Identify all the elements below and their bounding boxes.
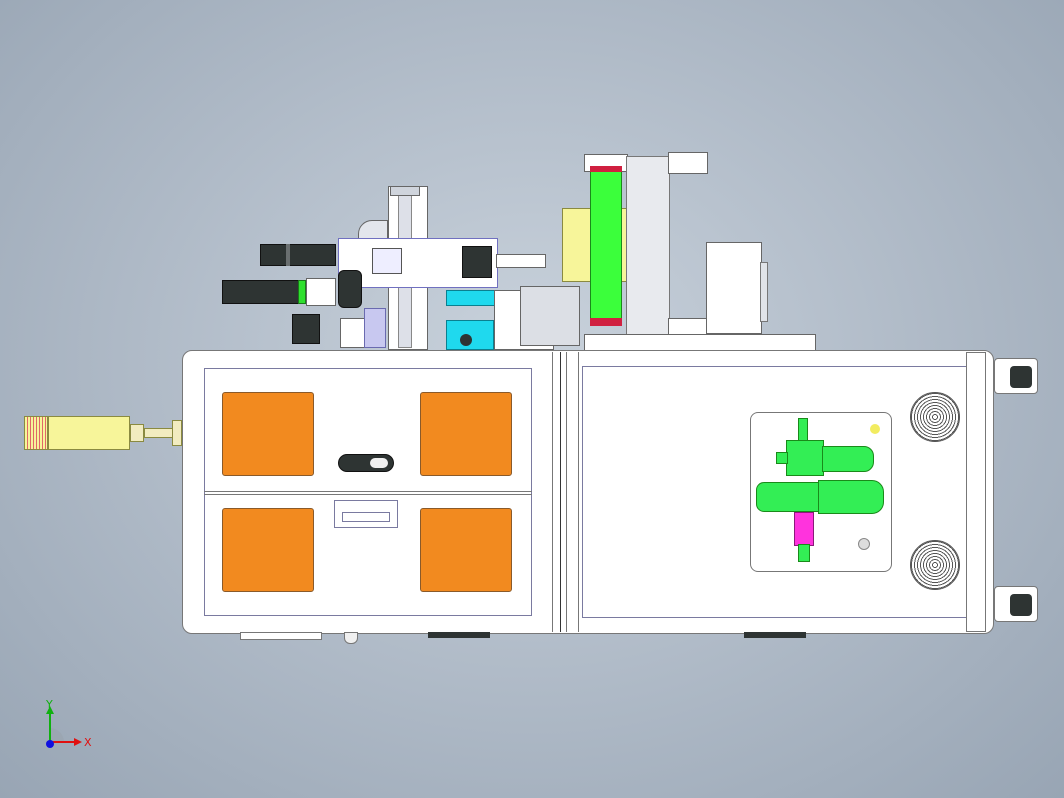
valve-stem-magenta <box>794 512 814 546</box>
servo-motor-top <box>260 244 336 266</box>
servo-motor-mid-ring <box>298 280 306 304</box>
servo-motor-top-flange <box>286 244 290 266</box>
feed-clamp <box>520 286 580 346</box>
servo-motor-mid-head <box>306 278 336 306</box>
valve-body-lower <box>756 482 820 512</box>
valve-cylinder-upper <box>822 446 874 472</box>
cabinet-foot <box>240 632 322 640</box>
mount-screw <box>858 538 870 550</box>
actuator-detail <box>372 248 402 274</box>
valve-stem-bottom <box>798 544 810 562</box>
door-panel-top-left <box>222 392 314 476</box>
cabinet-right-post <box>966 352 986 632</box>
valve-body-upper <box>786 440 824 476</box>
green-roller <box>590 168 622 326</box>
cabinet-column-1 <box>552 352 553 632</box>
label-plate-inner <box>342 512 390 522</box>
gear-block <box>338 270 362 308</box>
spindle-body <box>48 416 130 450</box>
door-divider-2 <box>204 494 532 495</box>
fan-grille-icon <box>910 540 960 590</box>
slide-top-cap <box>390 186 420 196</box>
servo-motor-low <box>292 314 320 344</box>
cabinet-column-3 <box>566 352 567 632</box>
spindle-collar <box>172 420 182 446</box>
cabinet-foot <box>344 632 358 644</box>
upper-machinery <box>0 0 1064 360</box>
door-panel-bottom-right <box>420 508 512 592</box>
feed-hole-icon <box>460 334 472 346</box>
servo-motor-mid <box>222 280 302 304</box>
bracket-purple <box>364 308 386 348</box>
indicator-dot <box>870 424 880 434</box>
spindle-assembly <box>22 412 184 454</box>
axis-x-label: X <box>84 736 92 749</box>
spindle-head <box>24 416 48 450</box>
actuator-nozzle <box>496 254 546 268</box>
cabinet-column-4 <box>578 352 579 632</box>
cabinet-foot <box>744 632 806 638</box>
aluminium-profile <box>626 156 670 342</box>
actuator-spindle <box>462 246 492 278</box>
spindle-shaft <box>130 424 144 442</box>
valve-port-left <box>776 452 788 464</box>
caster-wheel-tire <box>1010 594 1032 616</box>
gear-box-side <box>760 262 768 322</box>
roller-top-ring <box>590 166 622 172</box>
door-panel-bottom-left <box>222 508 314 592</box>
door-divider <box>204 491 532 492</box>
cabinet-foot <box>428 632 490 638</box>
profile-cap-top <box>668 152 708 174</box>
door-panel-top-right <box>420 392 512 476</box>
gear-box <box>706 242 762 334</box>
axis-y-label: Y <box>46 698 53 711</box>
cabinet-column-2 <box>560 352 561 632</box>
caster-wheel-tire <box>1010 366 1032 388</box>
valve-cylinder-lower <box>818 480 884 514</box>
door-handle-grip <box>370 458 388 468</box>
roller-end-ring <box>590 318 622 326</box>
fan-grille-icon <box>910 392 960 442</box>
